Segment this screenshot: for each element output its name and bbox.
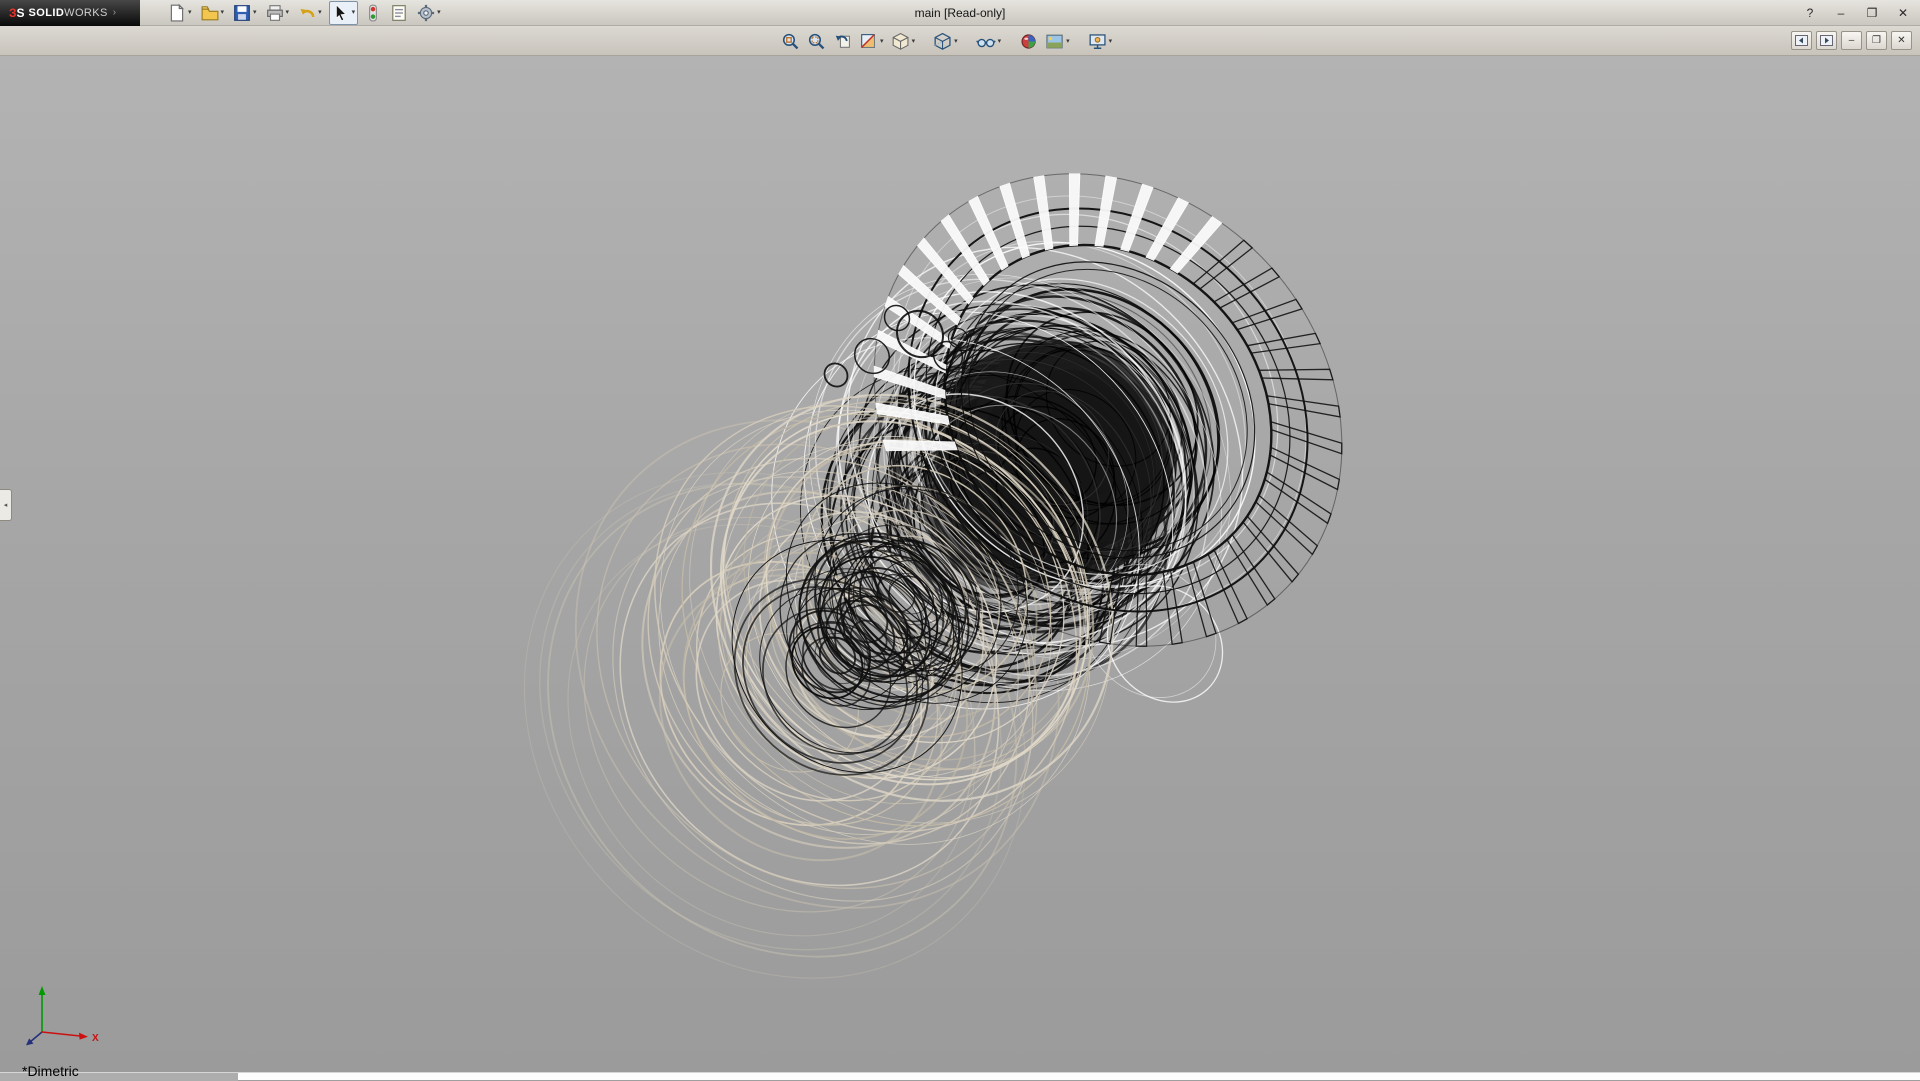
zoom-to-fit-button[interactable] bbox=[779, 29, 802, 53]
zoom-to-area-button[interactable] bbox=[805, 29, 828, 53]
document-close-button[interactable]: ✕ bbox=[1891, 31, 1912, 50]
undo-button[interactable]: ▾ bbox=[296, 1, 324, 25]
brand-works: WORKS bbox=[64, 7, 108, 19]
select-cursor-icon bbox=[332, 4, 350, 22]
new-dropdown-caret[interactable]: ▾ bbox=[188, 9, 192, 16]
view-settings-caret[interactable]: ▾ bbox=[1109, 38, 1113, 45]
previous-view-button[interactable] bbox=[831, 29, 854, 53]
undo-arrow-icon bbox=[298, 4, 316, 22]
view-orientation-button[interactable]: ▾ bbox=[889, 29, 918, 53]
view-orientation-label: *Dimetric bbox=[22, 1063, 79, 1079]
hide-show-glasses-icon bbox=[976, 32, 996, 51]
heads-up-toolbar-row: ▾ ▾ ▾ bbox=[0, 26, 1920, 56]
solidworks-logo: З S SOLID WORKS › bbox=[0, 0, 140, 26]
window-minimize-button[interactable]: – bbox=[1832, 6, 1850, 20]
graphics-viewport[interactable]: X bbox=[0, 56, 1920, 1072]
options-dropdown-caret[interactable]: ▾ bbox=[437, 9, 441, 16]
new-document-icon bbox=[168, 4, 186, 22]
view-settings-button[interactable]: ▾ bbox=[1086, 29, 1115, 53]
window-close-button[interactable]: ✕ bbox=[1894, 6, 1912, 20]
print-icon bbox=[266, 4, 284, 22]
view-settings-icon bbox=[1088, 32, 1107, 51]
document-restore-button[interactable]: ❐ bbox=[1866, 31, 1887, 50]
rebuild-stoplight-icon bbox=[365, 4, 381, 22]
previous-document-button[interactable] bbox=[1791, 31, 1812, 50]
previous-document-icon bbox=[1795, 35, 1808, 46]
view-orientation-caret[interactable]: ▾ bbox=[912, 38, 916, 45]
print-button[interactable]: ▾ bbox=[264, 1, 292, 25]
help-button[interactable]: ? bbox=[1801, 6, 1819, 20]
triad-x-label: X bbox=[92, 1033, 99, 1044]
select-button[interactable]: ▾ bbox=[329, 1, 359, 25]
hide-show-items-button[interactable]: ▾ bbox=[974, 29, 1004, 53]
edit-appearance-button[interactable] bbox=[1017, 29, 1040, 53]
document-minimize-button[interactable]: – bbox=[1841, 31, 1862, 50]
rebuild-button[interactable] bbox=[363, 1, 383, 25]
open-folder-icon bbox=[201, 4, 219, 22]
zoom-to-area-icon bbox=[807, 32, 826, 51]
section-view-icon bbox=[859, 32, 878, 51]
window-controls: ? – ❐ ✕ bbox=[1801, 0, 1912, 26]
section-view-caret[interactable]: ▾ bbox=[880, 38, 884, 45]
heads-up-view-toolbar: ▾ ▾ ▾ bbox=[779, 29, 1114, 53]
titlebar: З S SOLID WORKS › ▾ ▾ ▾ bbox=[0, 0, 1920, 26]
print-dropdown-caret[interactable]: ▾ bbox=[286, 9, 290, 16]
brand-solid: SOLID bbox=[29, 7, 65, 19]
display-style-caret[interactable]: ▾ bbox=[954, 38, 958, 45]
next-document-icon bbox=[1820, 35, 1833, 46]
document-window-controls: – ❐ ✕ bbox=[1791, 31, 1912, 50]
main-toolbar: ▾ ▾ ▾ ▾ bbox=[166, 1, 443, 25]
wireframe-model bbox=[0, 56, 1920, 1072]
apply-scene-button[interactable]: ▾ bbox=[1043, 29, 1072, 53]
edit-appearance-ball-icon bbox=[1019, 32, 1038, 51]
display-style-icon bbox=[933, 32, 952, 51]
hide-show-caret[interactable]: ▾ bbox=[998, 38, 1002, 45]
save-button[interactable]: ▾ bbox=[231, 1, 259, 25]
save-dropdown-caret[interactable]: ▾ bbox=[253, 9, 257, 16]
window-title: main [Read-only] bbox=[915, 6, 1006, 20]
save-floppy-icon bbox=[233, 4, 251, 22]
previous-view-icon bbox=[833, 32, 852, 51]
next-document-button[interactable] bbox=[1816, 31, 1837, 50]
apply-scene-caret[interactable]: ▾ bbox=[1066, 38, 1070, 45]
menu-expand-chevron-icon[interactable]: › bbox=[113, 7, 116, 18]
open-dropdown-caret[interactable]: ▾ bbox=[221, 9, 225, 16]
options-gear-icon bbox=[417, 4, 435, 22]
status-strip bbox=[0, 1072, 1920, 1080]
display-style-button[interactable]: ▾ bbox=[931, 29, 960, 53]
3ds-logo-icon: З bbox=[9, 6, 17, 20]
panel-collapse-icon: ◂ bbox=[4, 501, 8, 509]
orientation-triad: X bbox=[22, 978, 108, 1050]
window-restore-button[interactable]: ❐ bbox=[1863, 6, 1881, 20]
featuremanager-collapse-tab[interactable]: ◂ bbox=[0, 489, 12, 521]
section-view-button[interactable]: ▾ bbox=[857, 29, 886, 53]
zoom-to-fit-icon bbox=[781, 32, 800, 51]
options-button[interactable]: ▾ bbox=[415, 1, 443, 25]
view-orientation-cube-icon bbox=[891, 32, 910, 51]
undo-dropdown-caret[interactable]: ▾ bbox=[318, 9, 322, 16]
select-dropdown-caret[interactable]: ▾ bbox=[352, 9, 356, 16]
file-properties-button[interactable] bbox=[388, 1, 410, 25]
apply-scene-icon bbox=[1045, 32, 1064, 51]
3ds-logo-s: S bbox=[17, 6, 25, 20]
new-document-button[interactable]: ▾ bbox=[166, 1, 194, 25]
open-document-button[interactable]: ▾ bbox=[199, 1, 227, 25]
file-properties-icon bbox=[390, 4, 408, 22]
